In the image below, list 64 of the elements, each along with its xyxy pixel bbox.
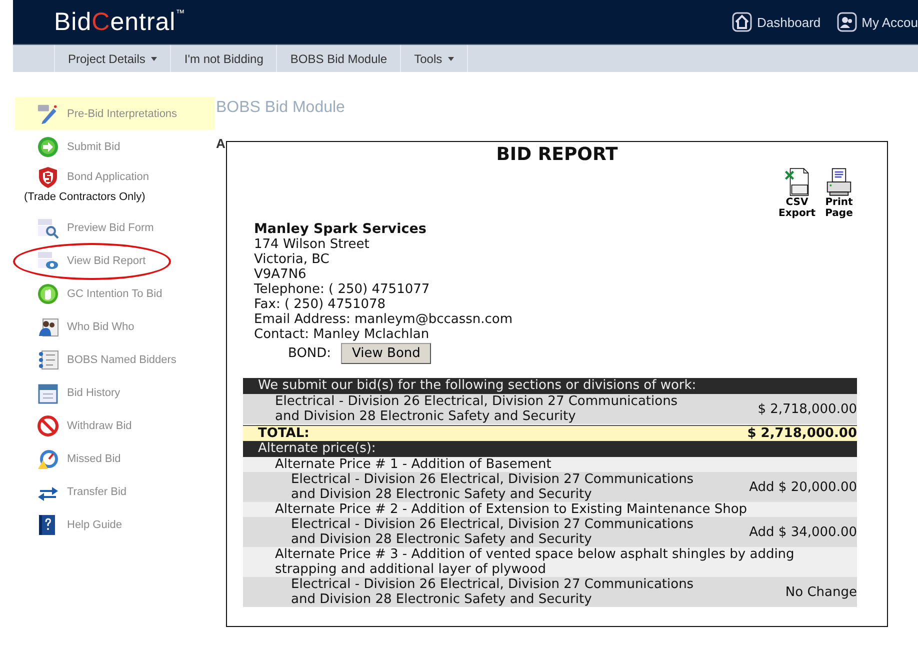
- view-bond-button[interactable]: View Bond: [341, 343, 432, 364]
- amount-cell: $ 2,718,000.00: [758, 402, 857, 416]
- address-line: 174 Wilson Street: [254, 237, 370, 252]
- caret-icon: [448, 56, 454, 60]
- address-line: Contact: Manley Mclachlan: [254, 327, 430, 342]
- section-heading: We submit our bid(s) for the following sections or divisions of work:: [243, 378, 857, 394]
- company-name: Manley Spark Services: [254, 222, 426, 237]
- magnifier-icon: [37, 216, 59, 238]
- address-line: Email Address: manleym@bccassn.com: [254, 312, 513, 327]
- description-cell-text: Electrical - Division 26 Electrical, Division 27 Communications and Division 28 Electronic Safety and Security: [290, 472, 695, 502]
- amount-cell: Add $ 34,000.00: [749, 524, 857, 540]
- sidebar-item[interactable]: Who Bid Who: [15, 310, 215, 343]
- sidebar-item[interactable]: Missed Bid: [15, 442, 215, 475]
- total-amount: $ 2,718,000.00: [747, 426, 857, 441]
- sidebar-item[interactable]: Bid History: [15, 376, 215, 409]
- sidebar-item[interactable]: GC Intention To Bid: [15, 277, 215, 310]
- menu-item[interactable]: Project Details: [54, 45, 172, 72]
- hand-icon: [37, 282, 59, 304]
- nav-link[interactable]: My Accou: [836, 12, 918, 32]
- address-line: Fax: ( 250) 4751078: [254, 297, 386, 312]
- page-text: A: [216, 136, 226, 151]
- list-icon: [37, 348, 59, 370]
- sidebar-item[interactable]: BOBS Named Bidders: [15, 343, 215, 376]
- people-icon: [37, 316, 59, 338]
- report-title: BID REPORT: [495, 144, 619, 165]
- home-icon: [732, 12, 752, 32]
- bond-label: BOND:: [288, 346, 332, 361]
- page-title: BOBS Bid Module: [216, 99, 345, 117]
- alternate-title: Alternate Price # 2 - Addition of Extension to Existing Maintenance Shop: [243, 502, 857, 517]
- note-text: (Trade Contractors Only): [24, 191, 146, 204]
- sidebar-item[interactable]: View Bid Report: [15, 244, 215, 277]
- alternate-title: Alternate Price # 1 - Addition of Basement: [243, 457, 857, 472]
- sidebar-item[interactable]: Withdraw Bid: [15, 409, 215, 442]
- sidebar-item[interactable]: Preview Bid Form: [15, 211, 215, 244]
- logo: BidCentral$^{™}$: [54, 8, 186, 36]
- description-cell-text: Electrical - Division 26 Electrical, Division 27 Communications and Division 28 Electronic Safety and Security: [274, 394, 679, 424]
- sidebar-item[interactable]: Help Guide: [15, 508, 215, 541]
- menu-item[interactable]: Tools: [401, 45, 468, 72]
- caret-icon: [151, 56, 158, 60]
- toolbar-button[interactable]: CSV Export: [779, 167, 815, 219]
- people-icon: [836, 12, 857, 32]
- sidebar-item[interactable]: Bond Application: [15, 163, 215, 191]
- menu-item[interactable]: BOBS Bid Module: [277, 45, 402, 72]
- calendar-icon: [37, 382, 59, 404]
- eye-icon: [37, 250, 59, 272]
- description-cell-text: Electrical - Division 26 Electrical, Division 27 Communications and Division 28 Electronic Safety and Security: [290, 577, 695, 607]
- amount-cell: No Change: [785, 584, 857, 600]
- address-line: Victoria, BC: [254, 252, 330, 267]
- alternate-title: Alternate Price # 3 - Addition of vented space below asphalt shingles by adding strapping and additional layer of plywood: [243, 547, 857, 577]
- gauge-icon: [37, 448, 59, 470]
- no-entry-icon: [37, 414, 59, 436]
- sidebar-item[interactable]: Pre-Bid Interpretations: [15, 97, 215, 130]
- section-heading: Alternate price(s):: [243, 441, 857, 457]
- total-label: TOTAL:: [258, 426, 310, 441]
- description-cell-text: Electrical - Division 26 Electrical, Division 27 Communications and Division 28 Electronic Safety and Security: [290, 517, 695, 547]
- sidebar-item[interactable]: Transfer Bid: [15, 475, 215, 508]
- address-line: Telephone: ( 250) 4751077: [254, 282, 430, 297]
- sidebar-item[interactable]: Submit Bid: [15, 130, 215, 163]
- amount-cell: Add $ 20,000.00: [749, 480, 857, 494]
- nav-link[interactable]: Dashboard: [732, 12, 821, 32]
- shield-icon: [37, 166, 59, 188]
- address-line: V9A7N6: [254, 267, 306, 282]
- toolbar-button[interactable]: Print Page: [821, 167, 857, 219]
- menu-item[interactable]: I'm not Bidding: [171, 45, 278, 72]
